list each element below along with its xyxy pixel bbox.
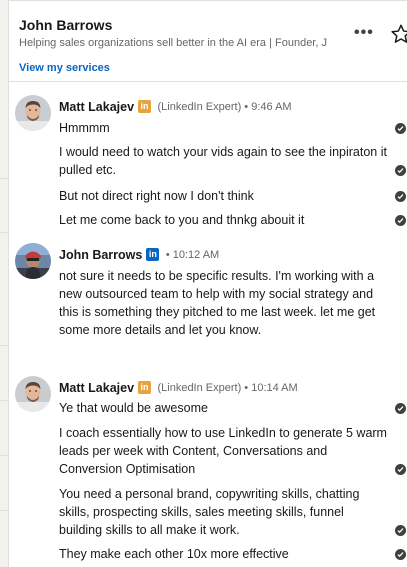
sender-line: John Barrows in • 10:12 AM <box>59 246 219 264</box>
read-receipt-icon <box>395 165 406 176</box>
panel-divider <box>0 510 8 511</box>
read-receipt-icon <box>395 403 406 414</box>
panel-divider <box>0 232 8 233</box>
avatar[interactable] <box>15 95 51 131</box>
panel-divider <box>0 400 8 401</box>
message-text: not sure it needs to be specific results… <box>59 269 376 337</box>
sender-meta: • 10:12 AM <box>165 248 220 261</box>
read-receipt-icon <box>395 525 406 536</box>
header-divider <box>9 0 407 1</box>
sender-line: Matt Lakajev in (LinkedIn Expert) • 10:14… <box>59 379 298 397</box>
linkedin-premium-icon: in <box>138 100 152 114</box>
read-receipt-icon <box>395 123 406 134</box>
message-text: They make each other 10x more effective <box>59 547 289 561</box>
message-text: Hmmmm <box>59 121 110 135</box>
star-icon[interactable] <box>390 23 407 45</box>
panel-divider <box>0 345 8 346</box>
conversation-header: John Barrows Helping sales organizations… <box>9 0 407 82</box>
message-text: Ye that would be awesome <box>59 401 208 415</box>
avatar[interactable] <box>15 376 51 412</box>
avatar-matt-image <box>15 376 51 412</box>
sender-name[interactable]: Matt Lakajev <box>59 381 134 395</box>
read-receipt-icon <box>395 191 406 202</box>
sender-name[interactable]: Matt Lakajev <box>59 100 134 114</box>
view-services-link[interactable]: View my services <box>19 62 110 74</box>
sender-line: Matt Lakajev in (LinkedIn Expert) • 9:46 … <box>59 98 292 116</box>
sender-meta: (LinkedIn Expert) • 9:46 AM <box>157 100 292 113</box>
message-text: You need a personal brand, copywriting s… <box>59 487 360 537</box>
message-text: I would need to watch your vids again to… <box>59 145 387 177</box>
panel-divider <box>0 178 8 179</box>
avatar-matt-image <box>15 95 51 131</box>
left-panel-edge <box>0 0 9 567</box>
linkedin-icon: in <box>146 248 160 262</box>
contact-headline: Helping sales organizations sell better … <box>19 37 327 49</box>
panel-divider <box>0 455 8 456</box>
sender-name[interactable]: John Barrows <box>59 248 142 262</box>
sender-meta: (LinkedIn Expert) • 10:14 AM <box>157 381 298 394</box>
more-options-icon[interactable]: ••• <box>354 24 374 42</box>
read-receipt-icon <box>395 215 406 226</box>
linkedin-premium-icon: in <box>138 381 152 395</box>
message-text: Let me come back to you and thnkg abouit… <box>59 213 305 227</box>
read-receipt-icon <box>395 549 406 560</box>
message-text: I coach essentially how to use LinkedIn … <box>59 426 387 476</box>
message-text: But not direct right now I don't think <box>59 189 254 203</box>
contact-name[interactable]: John Barrows <box>19 17 112 33</box>
read-receipt-icon <box>395 464 406 475</box>
avatar-john-image <box>15 243 51 279</box>
avatar[interactable] <box>15 243 51 279</box>
